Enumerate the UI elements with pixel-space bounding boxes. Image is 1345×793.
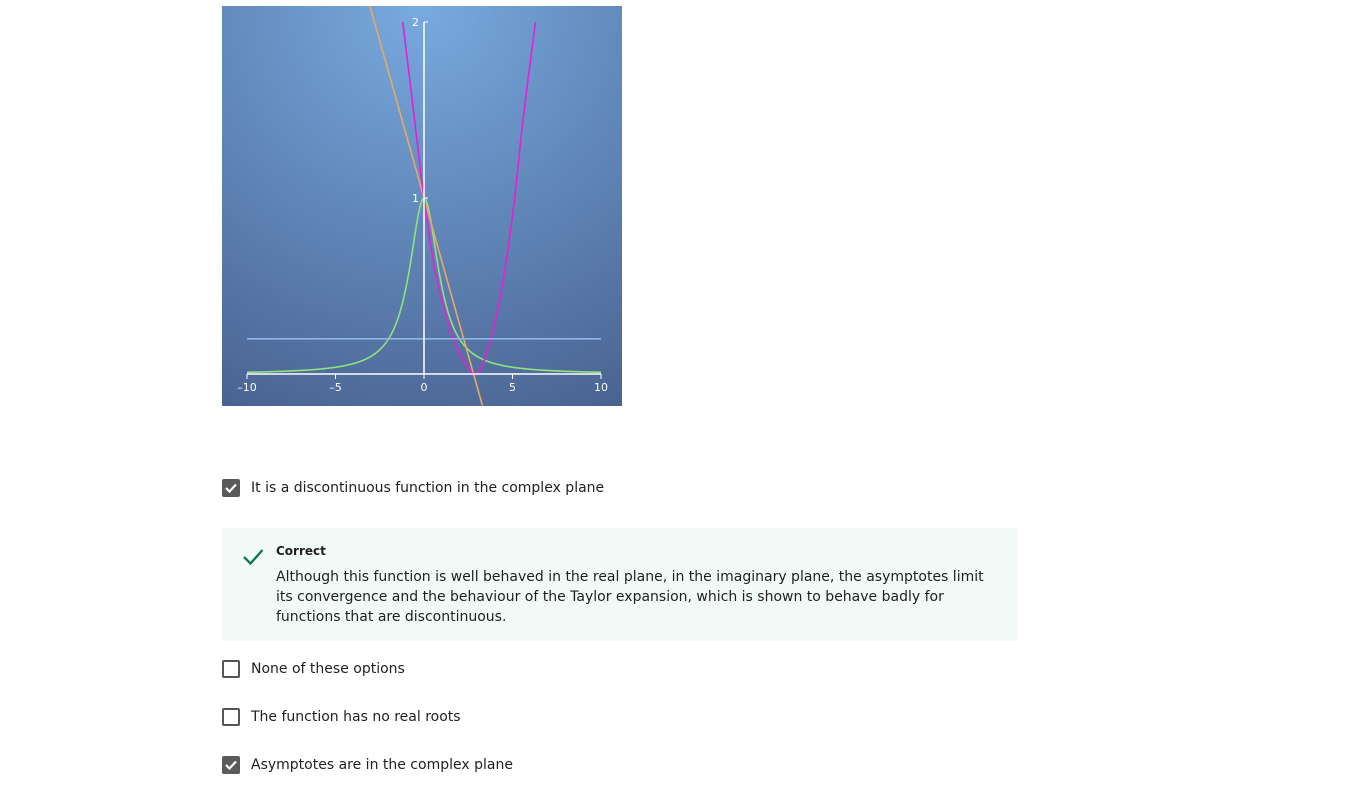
feedback-panel: Correct Although this function is well b… [222,528,1018,641]
quiz-page: –10 –5 0 5 10 1 2 It is a discontinuous functi… [0,0,1345,793]
function-plot: –10 –5 0 5 10 1 2 [222,6,622,406]
checkbox-checked[interactable] [222,479,240,497]
x-tick-label: 5 [509,381,516,394]
check-icon [225,483,237,493]
plot-svg: –10 –5 0 5 10 1 2 [222,6,622,406]
option-discontinuous[interactable]: It is a discontinuous function in the co… [222,470,1018,506]
y-tick-label: 1 [412,192,419,205]
checkbox-unchecked[interactable] [222,708,240,726]
plot-background [222,6,622,406]
feedback-text: Although this function is well behaved i… [276,569,984,625]
answer-options: It is a discontinuous function in the co… [222,470,1018,783]
option-label: It is a discontinuous function in the co… [251,480,605,496]
option-label: None of these options [251,661,405,677]
option-label: Asymptotes are in the complex plane [251,757,513,773]
x-tick-label: 0 [421,381,428,394]
option-none[interactable]: None of these options [222,651,1018,687]
option-label: The function has no real roots [251,709,461,725]
checkbox-unchecked[interactable] [222,660,240,678]
x-tick-label: 10 [594,381,608,394]
y-tick-label: 2 [412,16,419,29]
x-tick-label: –10 [237,381,257,394]
checkmark-icon [243,549,264,566]
option-complex-asymptotes[interactable]: Asymptotes are in the complex plane [222,747,1018,783]
option-no-real-roots[interactable]: The function has no real roots [222,699,1018,735]
check-icon [225,760,237,770]
feedback-status: Correct [276,544,326,558]
checkbox-checked[interactable] [222,756,240,774]
x-tick-label: –5 [329,381,342,394]
